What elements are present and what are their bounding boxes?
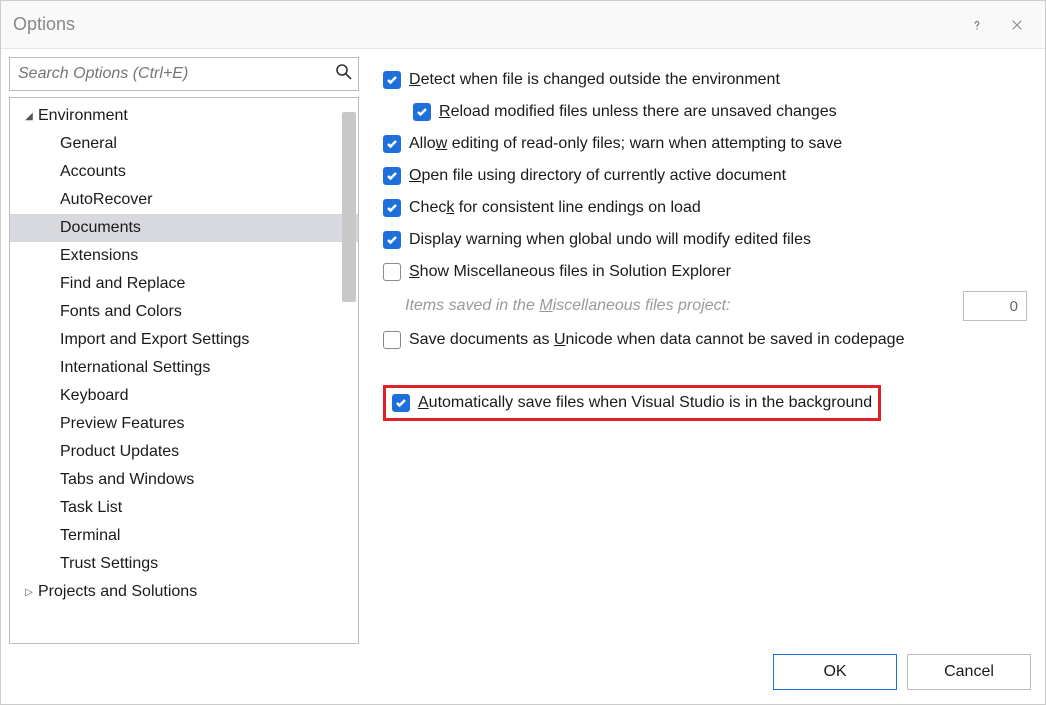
opt-open-directory[interactable]: Open file using directory of currently a… (383, 163, 1027, 189)
tree-item-label: Preview Features (60, 415, 185, 433)
highlighted-autosave-option: Automatically save files when Visual Stu… (383, 385, 881, 421)
settings-panel: Detect when file is changed outside the … (367, 57, 1037, 644)
tree-item-general[interactable]: General (10, 130, 358, 158)
ok-button[interactable]: OK (773, 654, 897, 690)
opt-save-unicode[interactable]: Save documents as Unicode when data cann… (383, 327, 1027, 353)
tree-item-label: General (60, 135, 117, 153)
tree-item-autorecover[interactable]: AutoRecover (10, 186, 358, 214)
opt-autosave-background[interactable]: Automatically save files when Visual Stu… (392, 390, 872, 416)
checkbox-icon[interactable] (413, 103, 431, 121)
tree-item-extensions[interactable]: Extensions (10, 242, 358, 270)
tree-item-environment[interactable]: ◢Environment (10, 102, 358, 130)
tree-item-tabs-and-windows[interactable]: Tabs and Windows (10, 466, 358, 494)
opt-check-line-endings[interactable]: Check for consistent line endings on loa… (383, 195, 1027, 221)
checkbox-icon[interactable] (383, 71, 401, 89)
checkbox-icon[interactable] (383, 263, 401, 281)
opt-detect[interactable]: Detect when file is changed outside the … (383, 67, 1027, 93)
checkbox-icon[interactable] (383, 167, 401, 185)
opt-show-misc-files[interactable]: Show Miscellaneous files in Solution Exp… (383, 259, 1027, 285)
opt-misc-items-count: Items saved in the Miscellaneous files p… (383, 291, 1027, 321)
tree-item-label: Product Updates (60, 443, 179, 461)
tree-item-label: Find and Replace (60, 275, 185, 293)
tree-item-keyboard[interactable]: Keyboard (10, 382, 358, 410)
tree-item-accounts[interactable]: Accounts (10, 158, 358, 186)
tree-item-label: Documents (60, 219, 141, 237)
checkbox-icon[interactable] (392, 394, 410, 412)
window-title: Options (13, 14, 957, 35)
checkbox-icon[interactable] (383, 231, 401, 249)
category-tree: ◢Environment General Accounts AutoRecover Do… (9, 97, 359, 644)
tree-item-import-and-export-settings[interactable]: Import and Export Settings (10, 326, 358, 354)
misc-items-input[interactable] (963, 291, 1027, 321)
cancel-button[interactable]: Cancel (907, 654, 1031, 690)
tree-item-label: Keyboard (60, 387, 129, 405)
tree-item-label: AutoRecover (60, 191, 153, 209)
help-button[interactable] (957, 5, 997, 45)
tree-item-trust-settings[interactable]: Trust Settings (10, 550, 358, 578)
left-panel: ◢Environment General Accounts AutoRecover Do… (9, 57, 359, 644)
caret-down-icon[interactable]: ◢ (22, 111, 36, 122)
tree-scrollbar[interactable] (342, 112, 356, 302)
tree-item-label: Fonts and Colors (60, 303, 182, 321)
tree-item-task-list[interactable]: Task List (10, 494, 358, 522)
tree-item-label: Accounts (60, 163, 126, 181)
tree-item-product-updates[interactable]: Product Updates (10, 438, 358, 466)
options-dialog: Options ◢Environment General Accounts AutoR… (0, 0, 1046, 705)
dialog-footer: OK Cancel (9, 644, 1037, 696)
tree-item-fonts-and-colors[interactable]: Fonts and Colors (10, 298, 358, 326)
checkbox-icon[interactable] (383, 331, 401, 349)
tree-item-projects-and-solutions[interactable]: ▷Projects and Solutions (10, 578, 358, 606)
opt-global-undo-warning[interactable]: Display warning when global undo will mo… (383, 227, 1027, 253)
tree-item-find-and-replace[interactable]: Find and Replace (10, 270, 358, 298)
titlebar: Options (1, 1, 1045, 49)
tree-item-international-settings[interactable]: International Settings (10, 354, 358, 382)
opt-allow-edit-readonly[interactable]: Allow editing of read-only files; warn w… (383, 131, 1027, 157)
tree-item-label: Tabs and Windows (60, 471, 194, 489)
tree-item-label: Import and Export Settings (60, 331, 249, 349)
tree-item-label: Task List (60, 499, 122, 517)
close-button[interactable] (997, 5, 1037, 45)
tree-item-documents[interactable]: Documents (10, 214, 358, 242)
caret-right-icon[interactable]: ▷ (22, 587, 36, 598)
tree-item-label: Projects and Solutions (38, 583, 197, 601)
tree-item-label: Terminal (60, 527, 120, 545)
search-icon[interactable] (335, 63, 353, 85)
tree-item-preview-features[interactable]: Preview Features (10, 410, 358, 438)
checkbox-icon[interactable] (383, 135, 401, 153)
checkbox-icon[interactable] (383, 199, 401, 217)
tree-item-terminal[interactable]: Terminal (10, 522, 358, 550)
tree-item-label: Trust Settings (60, 555, 158, 573)
tree-item-label: Extensions (60, 247, 138, 265)
tree-item-label: Environment (38, 107, 128, 125)
opt-reload[interactable]: Reload modified files unless there are u… (383, 99, 1027, 125)
search-input[interactable] (9, 57, 359, 91)
tree-item-label: International Settings (60, 359, 210, 377)
